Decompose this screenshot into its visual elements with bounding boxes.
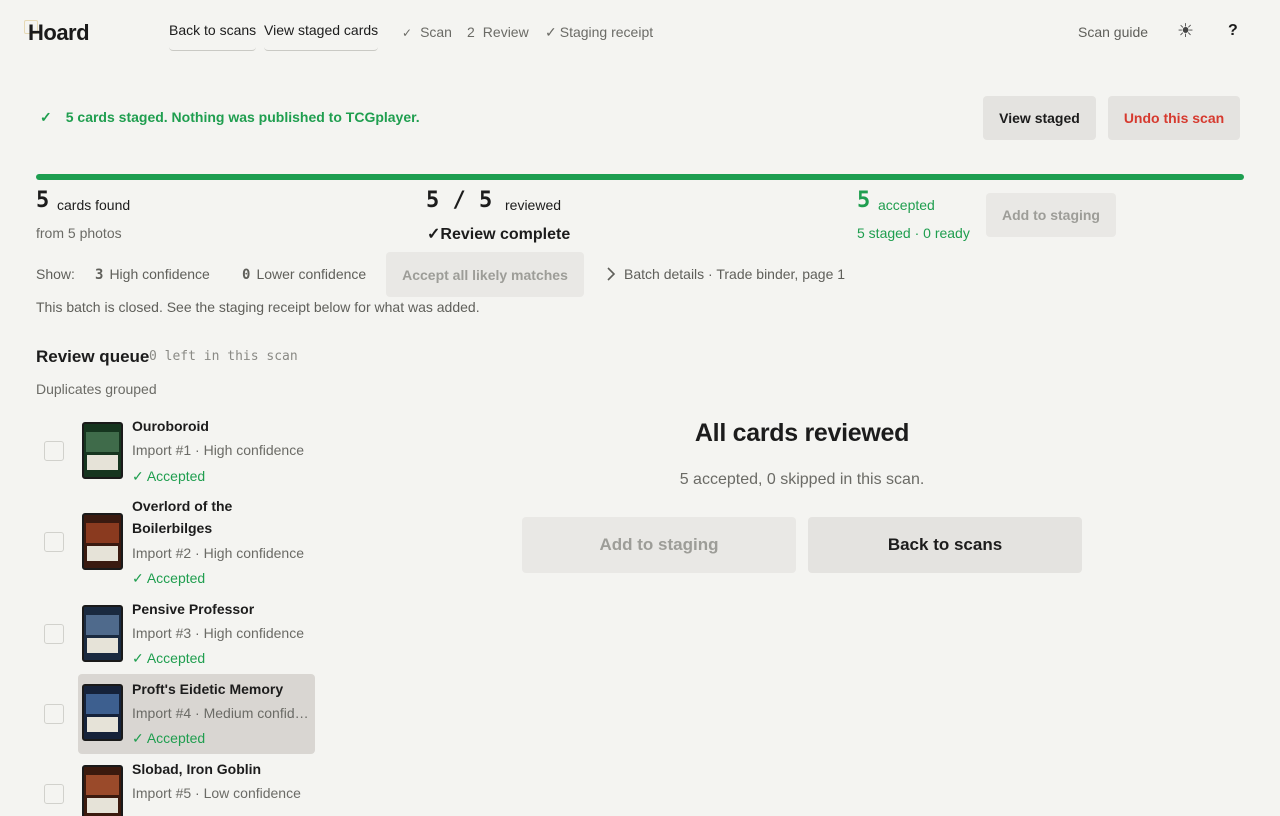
- step-check-icon: ✓: [402, 26, 413, 40]
- review-queue-remaining: 0 left in this scan: [149, 349, 298, 364]
- batch-closed-note: This batch is closed. See the staging re…: [36, 299, 480, 315]
- list-item[interactable]: Slobad, Iron Goblin Import #5 · Low conf…: [78, 757, 315, 816]
- add-to-staging-button[interactable]: Add to staging: [986, 193, 1116, 237]
- card-name: Ouroboroid: [132, 418, 209, 434]
- card-checkbox[interactable]: [44, 532, 64, 552]
- card-art: [86, 615, 119, 635]
- duplicates-grouped-label: Duplicates grouped: [36, 381, 157, 397]
- card-name: Pensive Professor: [132, 601, 255, 617]
- filter-high-confidence[interactable]: 3 High confidence: [95, 266, 210, 283]
- staged-ready-status: 5 staged · 0 ready: [857, 225, 970, 241]
- theme-toggle-sun-icon[interactable]: ☀: [1177, 20, 1194, 43]
- card-thumbnail: [82, 684, 123, 741]
- lower-confidence-label: Lower confidence: [256, 266, 367, 282]
- help-button[interactable]: ?: [1228, 22, 1238, 40]
- review-summary: 5 accepted, 0 skipped in this scan.: [679, 471, 925, 488]
- batch-details-label: Batch details · Trade binder, page 1: [624, 266, 846, 282]
- add-to-staging-large-button[interactable]: Add to staging: [522, 517, 796, 573]
- step-review: 2 Review: [467, 24, 529, 40]
- accepted-label: accepted: [878, 197, 935, 213]
- step-label: Review: [482, 24, 529, 40]
- undo-scan-button[interactable]: Undo this scan: [1108, 96, 1240, 140]
- card-text-box: [87, 455, 118, 470]
- show-label: Show:: [36, 266, 75, 282]
- step-number: 2: [467, 24, 475, 40]
- card-checkbox[interactable]: [44, 704, 64, 724]
- card-status: ✓ Accepted: [132, 570, 206, 586]
- card-meta: Import #4 · Medium confidence: [132, 705, 312, 721]
- scan-guide-link[interactable]: Scan guide: [1078, 24, 1148, 40]
- card-thumbnail: [82, 765, 123, 816]
- card-text-box: [87, 798, 118, 813]
- card-thumbnail: [82, 422, 123, 479]
- card-art: [86, 523, 119, 543]
- card-name: Slobad, Iron Goblin: [132, 761, 262, 777]
- card-thumbnail: [82, 513, 123, 570]
- high-confidence-label: High confidence: [109, 266, 210, 282]
- chevron-right-icon: [607, 267, 616, 281]
- list-item[interactable]: Proft's Eidetic Memory Import #4 · Mediu…: [78, 674, 315, 754]
- list-item[interactable]: Ouroboroid Import #1 · High confidence ✓…: [78, 414, 315, 494]
- lower-confidence-count: 0: [242, 267, 251, 283]
- list-item[interactable]: Pensive Professor Import #3 · High confi…: [78, 597, 315, 674]
- view-staged-cards-link[interactable]: View staged cards: [264, 22, 379, 51]
- cards-found-label: cards found: [57, 197, 131, 213]
- card-status: ✓ Accepted: [132, 468, 206, 484]
- card-checkbox[interactable]: [44, 624, 64, 644]
- review-queue-title: Review queue: [36, 347, 150, 366]
- card-name: Overlord of the Boilerbilges: [132, 498, 233, 536]
- batch-details-toggle[interactable]: Batch details · Trade binder, page 1: [606, 266, 845, 282]
- list-item[interactable]: Overlord of the Boilerbilges Import #2 ·…: [78, 494, 315, 594]
- review-progress-bar: [36, 174, 1244, 180]
- accepted-count: 5: [857, 188, 871, 213]
- card-name: Proft's Eidetic Memory: [132, 681, 284, 697]
- card-checkbox[interactable]: [44, 784, 64, 804]
- high-confidence-count: 3: [95, 267, 104, 283]
- photos-count: from 5 photos: [36, 225, 122, 241]
- step-label: Staging receipt: [559, 24, 654, 40]
- card-art: [86, 432, 119, 452]
- card-text-box: [87, 546, 118, 561]
- staged-message: 5 cards staged. Nothing was published to…: [65, 109, 420, 125]
- staged-banner: ✓ 5 cards staged. Nothing was published t…: [40, 109, 420, 126]
- step-label: Scan: [420, 24, 452, 40]
- success-check-icon: ✓: [40, 109, 52, 125]
- reviewed-count: 5 / 5: [426, 188, 493, 213]
- accept-all-button[interactable]: Accept all likely matches: [386, 252, 584, 297]
- card-thumbnail: [82, 605, 123, 662]
- card-status: ✓ Accepted: [132, 650, 206, 666]
- view-staged-button[interactable]: View staged: [983, 96, 1096, 140]
- card-art: [86, 694, 119, 714]
- cards-found-count: 5: [36, 188, 50, 213]
- card-meta: Import #1 · High confidence: [132, 442, 304, 458]
- step-check-icon: ✓: [545, 24, 557, 40]
- back-to-scans-button[interactable]: Back to scans: [808, 517, 1082, 573]
- card-meta: Import #3 · High confidence: [132, 625, 304, 641]
- card-meta: Import #2 · High confidence: [132, 545, 304, 561]
- review-complete-status: ✓Review complete: [427, 226, 571, 243]
- card-text-box: [87, 717, 118, 732]
- top-bar: Hoard Back to scans View staged cards ✓ S…: [0, 0, 1280, 64]
- step-scan: ✓ Scan: [402, 24, 452, 40]
- back-to-scans-link[interactable]: Back to scans: [169, 22, 257, 51]
- all-reviewed-title: All cards reviewed: [694, 419, 910, 447]
- card-text-box: [87, 638, 118, 653]
- reviewed-label: reviewed: [505, 197, 562, 213]
- filter-lower-confidence[interactable]: 0 Lower confidence: [242, 266, 366, 283]
- app-logo[interactable]: Hoard: [28, 20, 90, 46]
- card-meta: Import #5 · Low confidence: [132, 785, 301, 801]
- card-status: ✓ Accepted: [132, 730, 206, 746]
- card-checkbox[interactable]: [44, 441, 64, 461]
- step-staging-receipt: ✓ Staging receipt: [545, 24, 653, 41]
- card-art: [86, 775, 119, 795]
